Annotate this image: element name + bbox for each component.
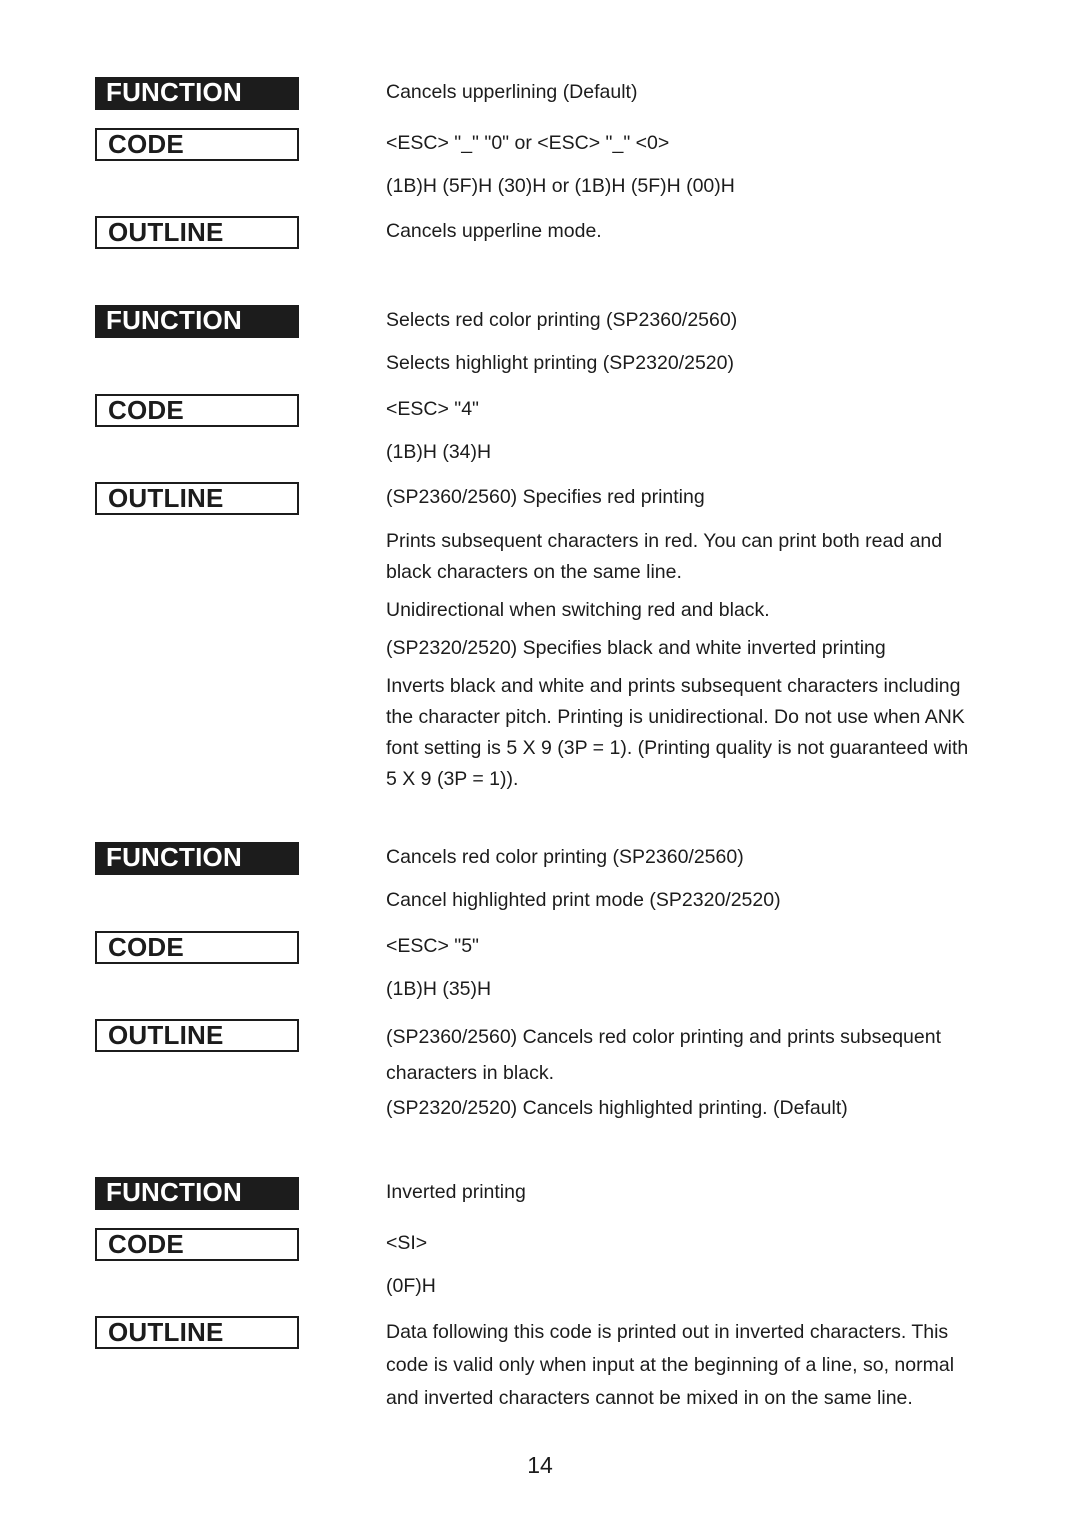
function-text: Cancels upperlining (Default) [386, 81, 638, 103]
code-label: CODE [95, 128, 299, 161]
outline-text: (SP2320/2520) Cancels highlighted printi… [386, 1097, 848, 1119]
function-label: FUNCTION [95, 1177, 299, 1210]
code-text: <ESC> "4" [386, 398, 479, 420]
outline-paragraph: Prints subsequent characters in red. You… [386, 530, 943, 583]
outline-text: (SP2360/2560) Specifies red printing [386, 486, 705, 508]
function-label: FUNCTION [95, 842, 299, 875]
outline-label: OUTLINE [95, 216, 299, 249]
outline-label: OUTLINE [95, 1019, 299, 1052]
code-label: CODE [95, 394, 299, 427]
code-label: CODE [95, 931, 299, 964]
code-hex-text: (1B)H (5F)H (30)H or (1B)H (5F)H (00)H [386, 175, 735, 197]
outline-label: OUTLINE [95, 482, 299, 515]
function-text: Selects highlight printing (SP2320/2520) [386, 352, 734, 374]
code-hex-text: (1B)H (35)H [386, 978, 492, 1000]
function-text: Cancel highlighted print mode (SP2320/25… [386, 889, 781, 911]
code-hex-text: (1B)H (34)H [386, 441, 492, 463]
page-number: 14 [527, 1452, 553, 1478]
code-text: <ESC> "_" "0" or <ESC> "_" <0> [386, 132, 670, 154]
function-text: Inverted printing [386, 1181, 526, 1203]
outline-paragraph: Data following this code is printed out … [386, 1321, 955, 1409]
function-text: Cancels red color printing (SP2360/2560) [386, 846, 744, 868]
outline-text: (SP2320/2520) Specifies black and white … [386, 637, 886, 659]
outline-label: OUTLINE [95, 1316, 299, 1349]
outline-paragraph: Inverts black and white and prints subse… [386, 675, 969, 790]
outline-text: Unidirectional when switching red and bl… [386, 599, 770, 621]
outline-text: Cancels upperline mode. [386, 220, 602, 242]
code-label: CODE [95, 1228, 299, 1261]
code-text: <ESC> "5" [386, 935, 479, 957]
outline-paragraph: (SP2360/2560) Cancels red color printing… [386, 1026, 942, 1084]
function-label: FUNCTION [95, 305, 299, 338]
function-label: FUNCTION [95, 77, 299, 110]
function-text: Selects red color printing (SP2360/2560) [386, 309, 738, 331]
code-text: <SI> [386, 1232, 428, 1254]
code-hex-text: (0F)H [386, 1275, 436, 1297]
